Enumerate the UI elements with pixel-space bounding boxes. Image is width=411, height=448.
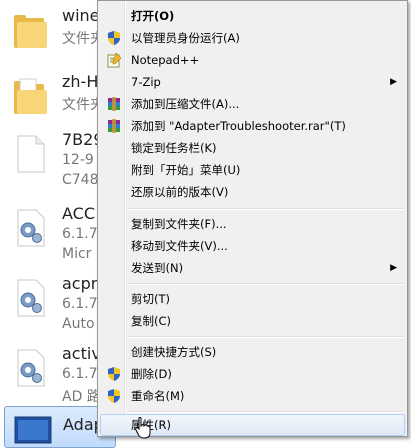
menu-item-send-to[interactable]: 发送到(N) ▶ [100, 257, 405, 279]
file-name: acpr [62, 274, 98, 293]
menu-item-copy-to-folder[interactable]: 复制到文件夹(F)... [100, 213, 405, 235]
menu-item-label: 发送到(N) [131, 261, 184, 275]
menu-item-label: 添加到 "AdapterTroubleshooter.rar"(T) [131, 119, 346, 133]
menu-item-label: 锁定到任务栏(K) [131, 141, 217, 155]
submenu-arrow-icon: ▶ [390, 77, 397, 87]
menu-item-add-to-rar[interactable]: 添加到 "AdapterTroubleshooter.rar"(T) [100, 115, 405, 137]
context-menu: 打开(O) 以管理员身份运行(A) Notepad++ 7-Zip ▶ 添加到压… [97, 0, 408, 437]
menu-item-move-to-folder[interactable]: 移动到文件夹(V)... [100, 235, 405, 257]
gear-file-icon [17, 279, 45, 317]
menu-item-notepadpp[interactable]: Notepad++ [100, 49, 405, 71]
menu-item-label: 复制(C) [131, 314, 172, 328]
menu-item-label: 还原以前的版本(V) [131, 185, 229, 199]
menu-item-restore-versions[interactable]: 还原以前的版本(V) [100, 181, 405, 203]
menu-item-label: 删除(D) [131, 367, 172, 381]
menu-item-label: 添加到压缩文件(A)... [131, 97, 240, 111]
notepadpp-icon [107, 52, 122, 68]
file-info: C748 [62, 172, 99, 188]
file-type: 6.1.7 [62, 366, 98, 382]
file-name: activ [62, 344, 101, 363]
menu-item-open[interactable]: 打开(O) [100, 5, 405, 27]
file-type: 12-9 [62, 152, 94, 168]
menu-item-label: 7-Zip [131, 75, 161, 89]
menu-item-cut[interactable]: 剪切(T) [100, 288, 405, 310]
menu-item-label: 附到「开始」菜单(U) [131, 163, 241, 177]
menu-separator [128, 411, 403, 413]
menu-item-rename[interactable]: 重命名(M) [100, 385, 405, 407]
file-info: Micr [62, 246, 92, 262]
file-info: Auto [62, 316, 95, 332]
menu-item-label: 创建快捷方式(S) [131, 345, 217, 359]
file-type: 6.1.7 [62, 226, 98, 242]
menu-item-label: 剪切(T) [131, 292, 170, 306]
uac-shield-icon [108, 367, 120, 381]
file-info: AD 路 [62, 389, 101, 405]
menu-item-pin-taskbar[interactable]: 锁定到任务栏(K) [100, 137, 405, 159]
menu-item-copy[interactable]: 复制(C) [100, 310, 405, 332]
screen-icon [14, 416, 52, 444]
menu-item-run-as-admin[interactable]: 以管理员身份运行(A) [100, 27, 405, 49]
folder-icon [14, 78, 47, 114]
folder-icon [14, 15, 47, 48]
submenu-arrow-icon: ▶ [390, 263, 397, 273]
menu-item-delete[interactable]: 删除(D) [100, 363, 405, 385]
menu-item-label: Notepad++ [131, 53, 200, 67]
menu-item-add-to-archive[interactable]: 添加到压缩文件(A)... [100, 93, 405, 115]
winrar-icon [108, 119, 120, 133]
gear-file-icon [17, 209, 45, 247]
menu-item-label: 打开(O) [131, 9, 175, 23]
menu-item-label: 复制到文件夹(F)... [131, 217, 227, 231]
file-type: 6.1.7 [62, 296, 98, 312]
menu-item-7zip[interactable]: 7-Zip ▶ [100, 71, 405, 93]
menu-separator [128, 336, 403, 338]
menu-item-label: 移动到文件夹(V)... [131, 239, 228, 253]
file-name: wine [62, 6, 100, 25]
file-name: zh-H [62, 72, 99, 91]
menu-item-pin-start[interactable]: 附到「开始」菜单(U) [100, 159, 405, 181]
menu-separator [128, 208, 403, 210]
uac-shield-icon [108, 389, 120, 403]
menu-separator [128, 283, 403, 285]
gear-file-icon [17, 349, 45, 387]
file-name: ACC [62, 204, 96, 223]
menu-item-label: 重命名(M) [131, 389, 185, 403]
uac-shield-icon [108, 31, 120, 45]
menu-item-create-shortcut[interactable]: 创建快捷方式(S) [100, 341, 405, 363]
menu-item-label: 以管理员身份运行(A) [131, 31, 240, 45]
winrar-icon [108, 97, 120, 111]
mouse-pointer-icon [135, 417, 151, 439]
blank-file-icon [17, 135, 45, 173]
